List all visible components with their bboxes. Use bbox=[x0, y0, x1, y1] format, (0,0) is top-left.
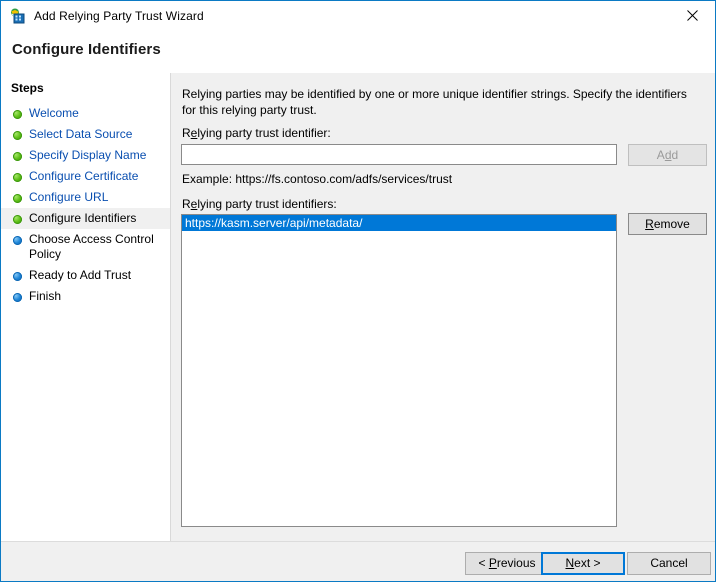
step-status-icon bbox=[13, 272, 22, 281]
step-status-icon bbox=[13, 131, 22, 140]
step-status-icon bbox=[13, 173, 22, 182]
adfs-trust-wizard-icon bbox=[10, 8, 26, 24]
sidebar-item-configure-url[interactable]: Configure URL bbox=[1, 187, 170, 208]
sidebar-item-finish[interactable]: Finish bbox=[1, 286, 170, 307]
sidebar-item-configure-certificate[interactable]: Configure Certificate bbox=[1, 166, 170, 187]
step-status-icon bbox=[13, 152, 22, 161]
sidebar-item-label: Finish bbox=[29, 289, 61, 304]
close-icon[interactable] bbox=[670, 1, 715, 30]
sidebar-item-select-data-source[interactable]: Select Data Source bbox=[1, 124, 170, 145]
main-content: Relying parties may be identified by one… bbox=[171, 73, 715, 541]
step-status-icon bbox=[13, 194, 22, 203]
step-status-icon bbox=[13, 110, 22, 119]
add-button[interactable]: Add bbox=[628, 144, 707, 166]
sidebar-item-configure-identifiers[interactable]: Configure Identifiers bbox=[1, 208, 170, 229]
sidebar-item-label: Configure Identifiers bbox=[29, 211, 136, 226]
sidebar-item-label: Specify Display Name bbox=[29, 148, 146, 163]
sidebar-item-label: Ready to Add Trust bbox=[29, 268, 131, 283]
sidebar-item-specify-display-name[interactable]: Specify Display Name bbox=[1, 145, 170, 166]
steps-sidebar: Steps Welcome Select Data Source Specify… bbox=[1, 73, 171, 541]
sidebar-item-label: Configure Certificate bbox=[29, 169, 138, 184]
list-item[interactable]: https://kasm.server/api/metadata/ bbox=[182, 215, 616, 231]
sidebar-item-label: Configure URL bbox=[29, 190, 108, 205]
title-bar: Add Relying Party Trust Wizard bbox=[1, 1, 715, 31]
step-status-icon bbox=[13, 236, 22, 245]
relying-party-trust-identifiers-listbox[interactable]: https://kasm.server/api/metadata/ bbox=[181, 214, 617, 527]
identifiers-list-label: Relying party trust identifiers: bbox=[182, 197, 337, 211]
sidebar-item-label: Select Data Source bbox=[29, 127, 132, 142]
cancel-button[interactable]: Cancel bbox=[627, 552, 711, 575]
page-title: Configure Identifiers bbox=[12, 41, 161, 58]
sidebar-item-ready-to-add-trust[interactable]: Ready to Add Trust bbox=[1, 265, 170, 286]
sidebar-item-label: Welcome bbox=[29, 106, 79, 121]
previous-button[interactable]: < Previous bbox=[465, 552, 549, 575]
step-status-icon bbox=[13, 215, 22, 224]
sidebar-item-label: Choose Access Control Policy bbox=[29, 232, 164, 262]
steps-heading: Steps bbox=[11, 81, 44, 95]
step-status-icon bbox=[13, 293, 22, 302]
body-area: Steps Welcome Select Data Source Specify… bbox=[1, 73, 715, 541]
sidebar-item-choose-access-control-policy[interactable]: Choose Access Control Policy bbox=[1, 229, 170, 265]
example-hint: Example: https://fs.contoso.com/adfs/ser… bbox=[182, 172, 452, 186]
footer-button-bar: < Previous Next > Cancel bbox=[1, 541, 715, 581]
page-header: Configure Identifiers bbox=[1, 31, 715, 73]
sidebar-item-welcome[interactable]: Welcome bbox=[1, 103, 170, 124]
intro-description: Relying parties may be identified by one… bbox=[182, 86, 700, 118]
identifier-field-label: Relying party trust identifier: bbox=[182, 126, 331, 140]
window-title: Add Relying Party Trust Wizard bbox=[34, 9, 204, 23]
wizard-window: Add Relying Party Trust Wizard Configure… bbox=[0, 0, 716, 582]
next-button[interactable]: Next > bbox=[541, 552, 625, 575]
steps-list: Welcome Select Data Source Specify Displ… bbox=[1, 103, 170, 307]
relying-party-trust-identifier-input[interactable] bbox=[181, 144, 617, 165]
remove-button[interactable]: Remove bbox=[628, 213, 707, 235]
